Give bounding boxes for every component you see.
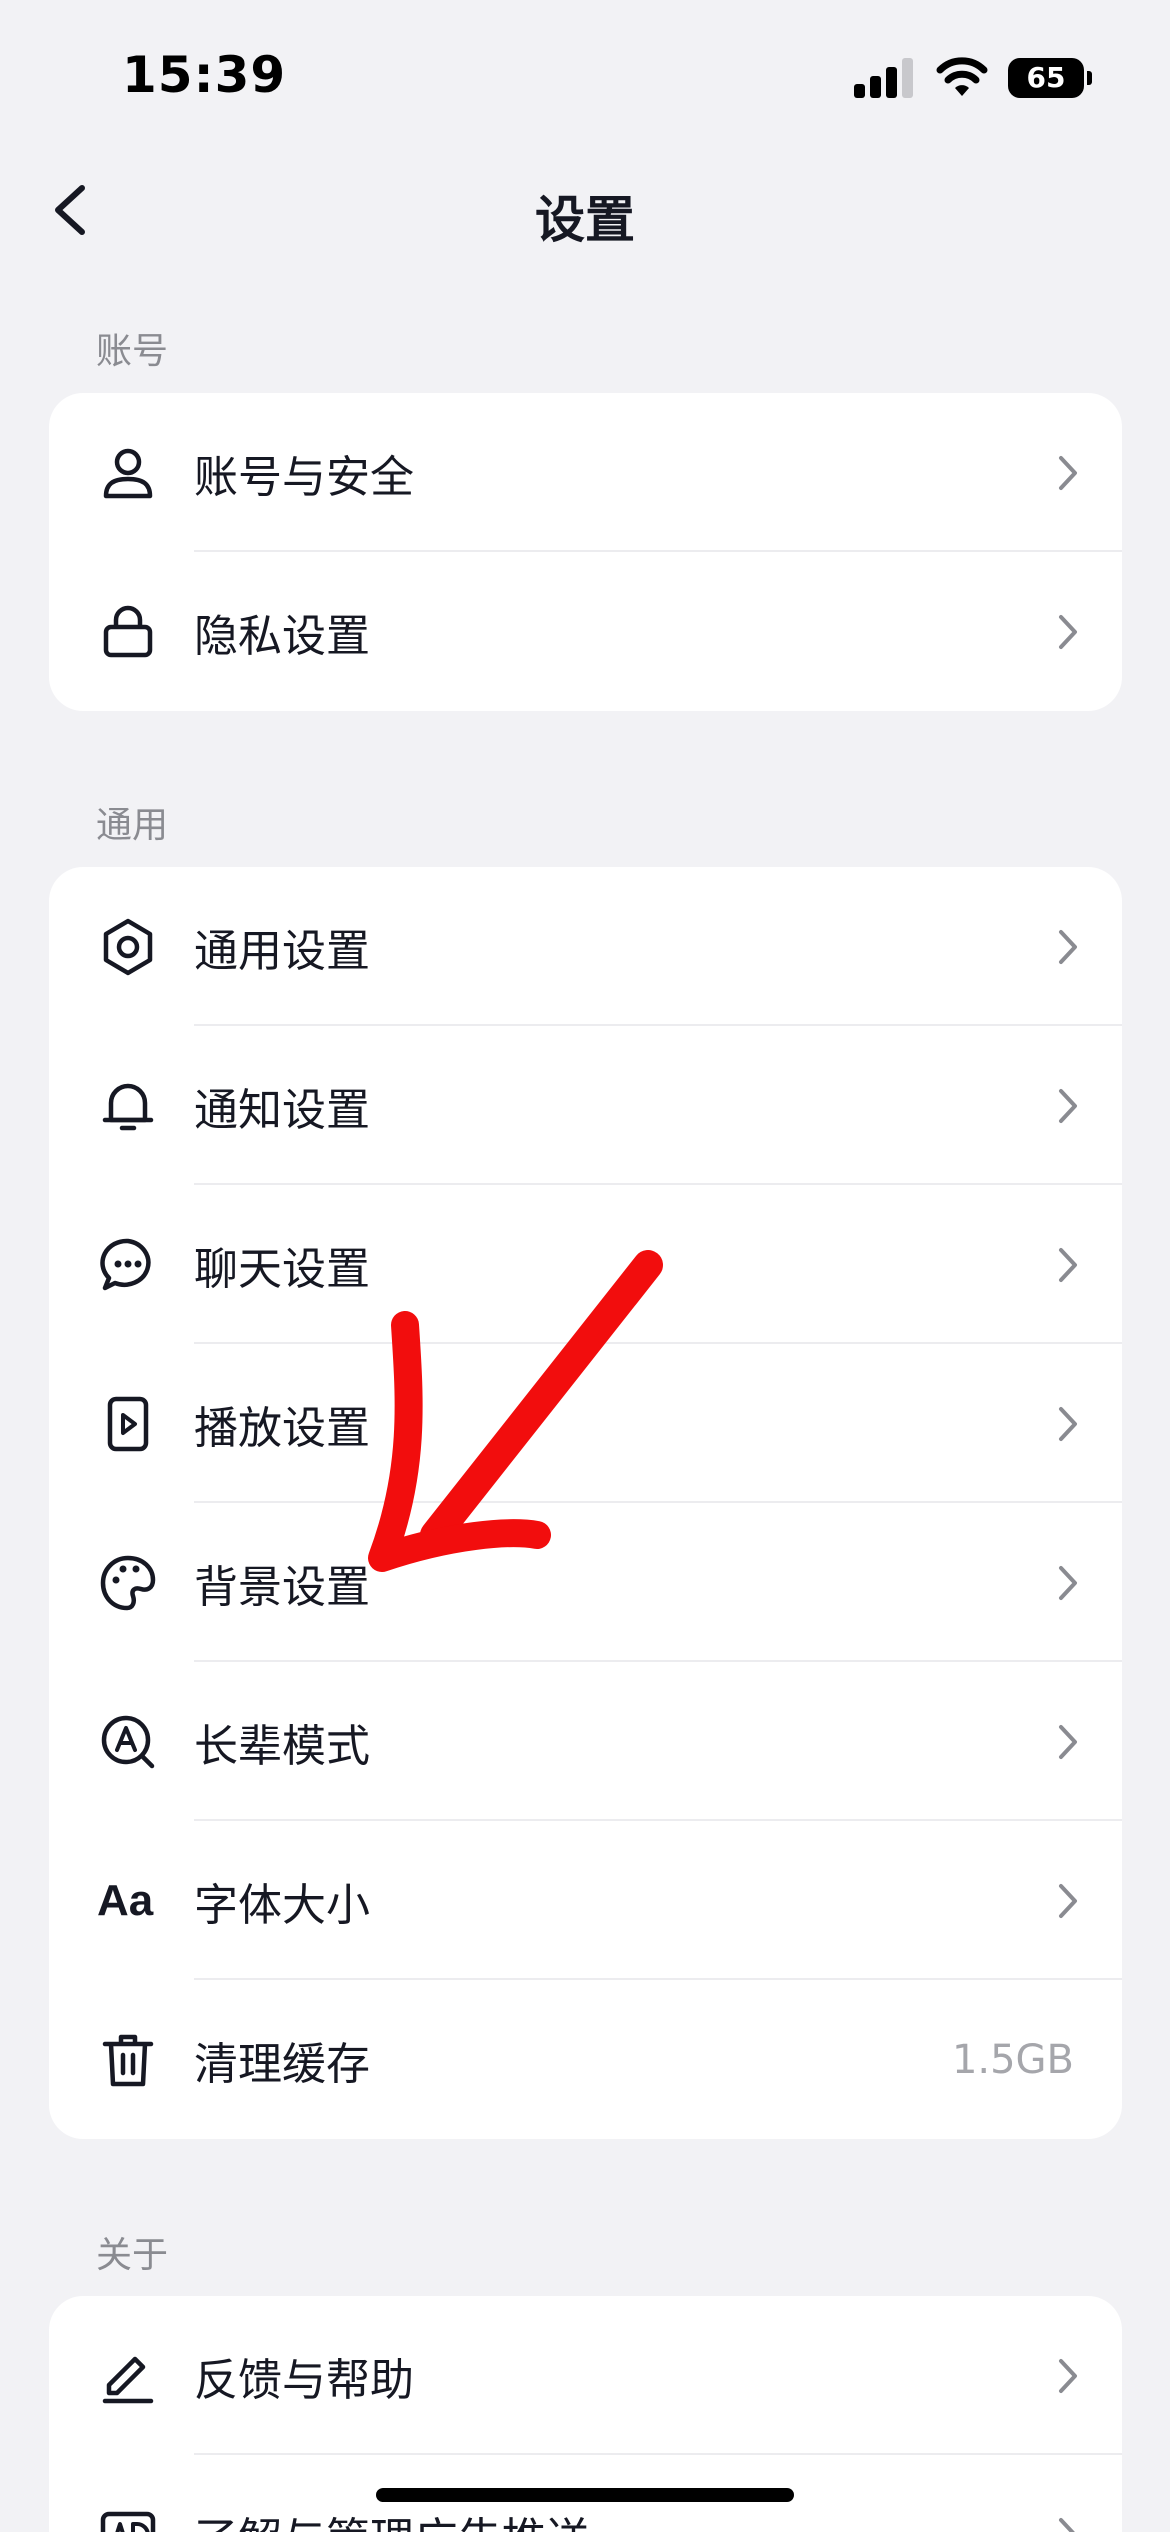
row-font-size[interactable]: Aa 字体大小: [49, 1821, 1122, 1980]
row-clear-cache[interactable]: 清理缓存 1.5GB: [49, 1980, 1122, 2139]
section-title-general: 通用: [96, 805, 169, 846]
nav-bar: 设置: [0, 150, 1170, 270]
chevron-right-icon: [1059, 614, 1077, 649]
status-time: 15:39: [122, 46, 287, 104]
chevron-right-icon: [1059, 1883, 1077, 1918]
row-notification-settings[interactable]: 通知设置: [49, 1026, 1122, 1185]
row-label: 清理缓存: [194, 2038, 370, 2090]
cellular-signal-icon: [854, 58, 916, 98]
gear-icon: [97, 916, 159, 978]
row-label: 长辈模式: [194, 1720, 370, 1772]
row-label: 通用设置: [194, 925, 370, 977]
section-title-about: 关于: [96, 2235, 169, 2276]
row-privacy-settings[interactable]: 隐私设置: [49, 552, 1122, 711]
chevron-right-icon: [1059, 2358, 1077, 2393]
row-playback-settings[interactable]: 播放设置: [49, 1344, 1122, 1503]
settings-screen: 15:39 65 设置 账号 账号与安全 隐私设置 通用 通用设置 通知设置 聊…: [0, 0, 1170, 2532]
row-label: 字体大小: [194, 1879, 370, 1931]
section-title-account: 账号: [96, 331, 169, 372]
font-size-icon-text: Aa: [97, 1875, 154, 1925]
chevron-right-icon: [1059, 1088, 1077, 1123]
row-feedback-help[interactable]: 反馈与帮助: [49, 2296, 1122, 2455]
chevron-right-icon: [1059, 2517, 1076, 2532]
row-label: 了解与管理广告推送: [194, 2503, 590, 2532]
battery-tip: [1087, 71, 1092, 85]
chat-bubble-icon: [97, 1234, 159, 1296]
chevron-right-icon: [1059, 1247, 1077, 1282]
palette-icon: [97, 1552, 159, 1614]
play-icon: [97, 1393, 159, 1455]
row-label: 隐私设置: [194, 610, 370, 662]
chevron-right-icon: [1059, 1406, 1077, 1441]
row-chat-settings[interactable]: 聊天设置: [49, 1185, 1122, 1344]
general-card: 通用设置 通知设置 聊天设置 播放设置 背景设置 长辈模式 Aa 字体大小 清理…: [49, 867, 1122, 2139]
row-elder-mode[interactable]: 长辈模式: [49, 1662, 1122, 1821]
battery-level: 65: [1008, 58, 1084, 98]
wifi-icon: [936, 56, 988, 98]
elder-mode-icon: [97, 1711, 159, 1773]
pencil-icon: [97, 2345, 159, 2407]
chevron-right-icon: [1059, 455, 1077, 490]
row-label: 反馈与帮助: [194, 2354, 414, 2406]
trash-icon: [97, 2029, 159, 2091]
row-general-settings[interactable]: 通用设置: [49, 867, 1122, 1026]
row-label: 播放设置: [194, 1402, 370, 1454]
user-icon: [97, 442, 159, 504]
chevron-right-icon: [1059, 1565, 1077, 1600]
home-indicator: [376, 2488, 794, 2502]
ad-icon: [97, 2504, 159, 2532]
lock-icon: [97, 601, 159, 663]
row-label: 聊天设置: [194, 1243, 370, 1295]
row-label: 通知设置: [194, 1084, 370, 1136]
bell-icon: [97, 1075, 159, 1137]
account-card: 账号与安全 隐私设置: [49, 393, 1122, 711]
row-label: 账号与安全: [194, 451, 414, 503]
row-label: 背景设置: [194, 1561, 370, 1613]
row-background-settings[interactable]: 背景设置: [49, 1503, 1122, 1662]
status-bar: 15:39 65: [0, 0, 1170, 150]
row-account-security[interactable]: 账号与安全: [49, 393, 1122, 552]
chevron-right-icon: [1059, 929, 1077, 964]
chevron-right-icon: [1059, 1724, 1077, 1759]
font-size-icon: Aa: [97, 1870, 159, 1932]
page-title: 设置: [535, 191, 635, 249]
battery-icon: 65: [1008, 58, 1092, 98]
cache-size-value: 1.5GB: [951, 2036, 1074, 2083]
